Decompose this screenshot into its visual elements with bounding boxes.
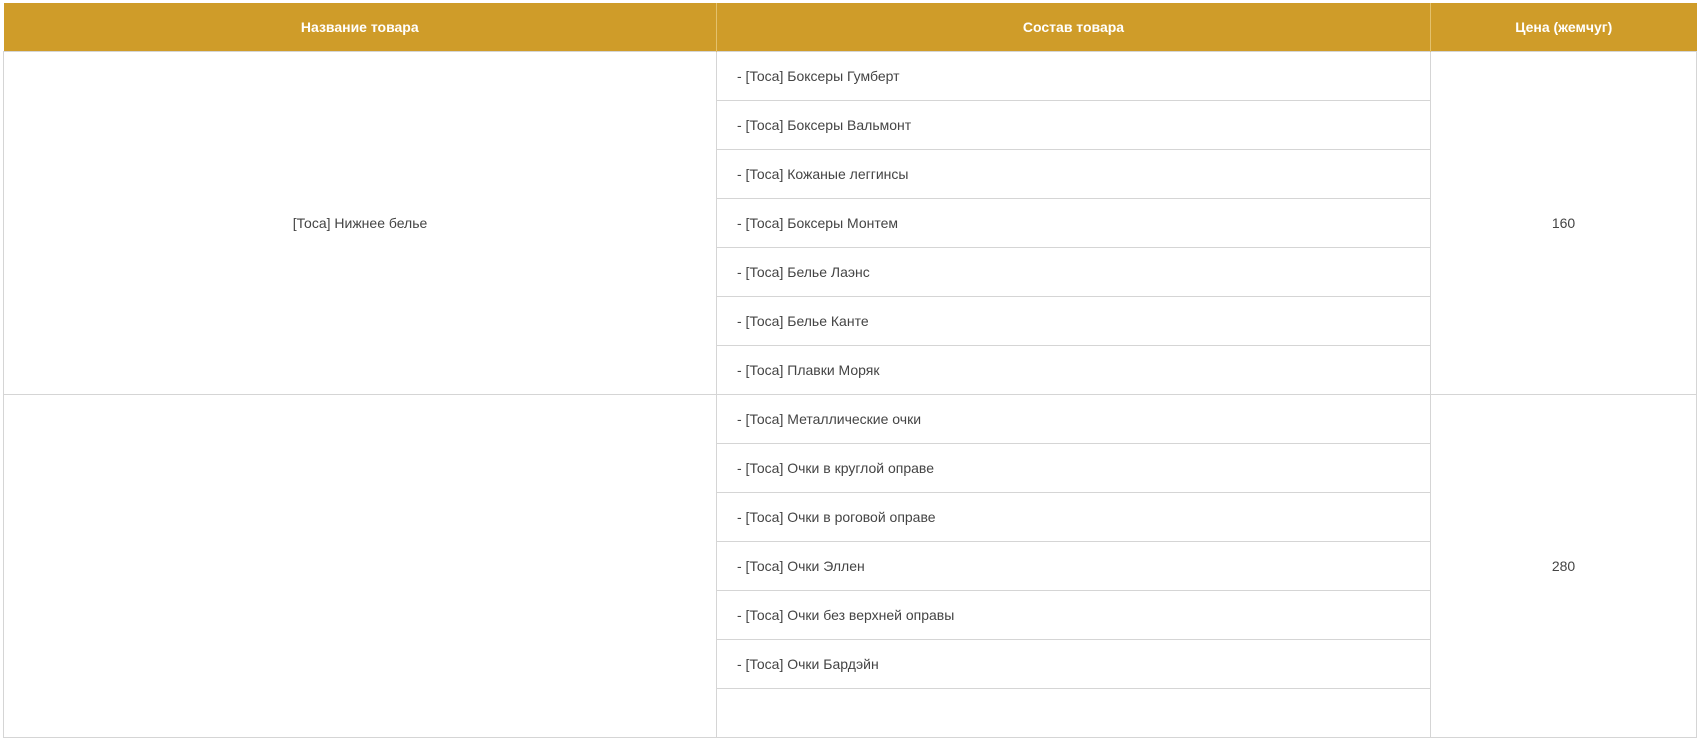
page: Название товара Состав товара Цена (жемч… [0,0,1699,750]
product-item: - [Тоса] Плавки Моряк [716,345,1431,395]
product-item: - [Тоса] Очки в роговой оправе [716,492,1431,542]
product-item: - [Тоса] Очки без верхней оправы [716,590,1431,640]
header-row: Название товара Состав товара Цена (жемч… [3,3,1697,52]
price-cell: 160 [1430,51,1697,395]
price-cell: 280 [1430,394,1697,738]
product-item: - [Тоса] Очки Бардэйн [716,639,1431,689]
product-item: - [Тоса] Белье Лаэнс [716,247,1431,297]
product-item: - [Тоса] Кожаные леггинсы [716,149,1431,199]
product-item [716,688,1431,738]
table-row: - [Тоса] Металлические очки 280 [3,394,1697,738]
product-name-cell: [Тоса] Нижнее белье [3,51,717,395]
header-product-name: Название товара [3,3,717,52]
table-row: [Тоса] Нижнее белье - [Тоса] Боксеры Гум… [3,51,1697,395]
header-price: Цена (жемчуг) [1430,3,1697,52]
product-table: Название товара Состав товара Цена (жемч… [3,3,1697,738]
table-header: Название товара Состав товара Цена (жемч… [3,3,1697,52]
product-item: - [Тоса] Металлические очки [716,394,1431,444]
product-item: - [Тоса] Очки в круглой оправе [716,443,1431,493]
product-item: - [Тоса] Очки Эллен [716,541,1431,591]
product-item: - [Тоса] Боксеры Гумберт [716,51,1431,101]
product-item: - [Тоса] Боксеры Вальмонт [716,100,1431,150]
header-product-contents: Состав товара [716,3,1431,52]
product-item: - [Тоса] Белье Канте [716,296,1431,346]
product-item: - [Тоса] Боксеры Монтем [716,198,1431,248]
table-body: [Тоса] Нижнее белье - [Тоса] Боксеры Гум… [3,51,1697,738]
product-name-cell [3,394,717,738]
